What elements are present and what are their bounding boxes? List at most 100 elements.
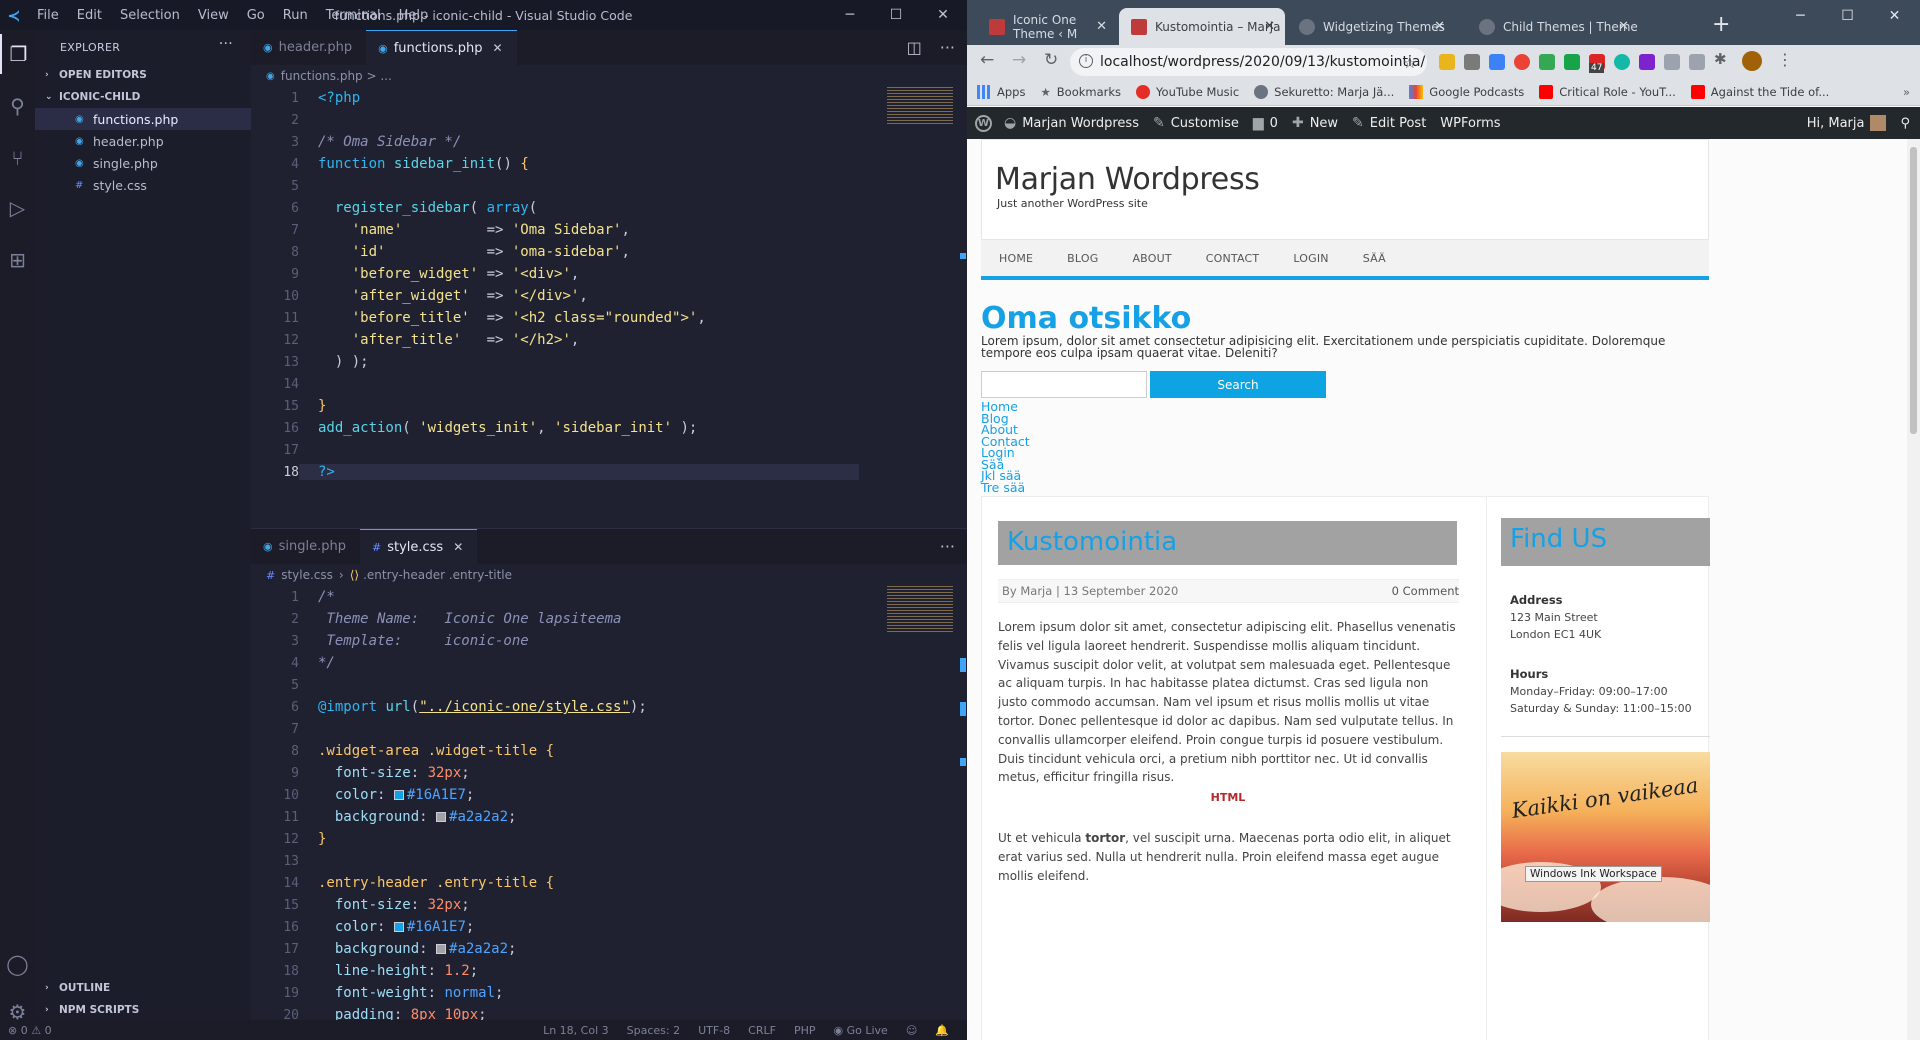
nav-login[interactable]: LOGIN bbox=[1293, 252, 1328, 265]
more-actions-icon[interactable]: ··· bbox=[940, 38, 955, 57]
bookmark-folder[interactable]: ★ Bookmarks bbox=[1040, 85, 1121, 99]
menu-selection[interactable]: Selection bbox=[111, 8, 189, 23]
eol-status[interactable]: CRLF bbox=[748, 1024, 776, 1037]
extension-icon[interactable] bbox=[1689, 54, 1705, 70]
sidebar-image[interactable]: Kaikki on vaikeaa bbox=[1501, 752, 1710, 922]
back-icon[interactable]: ← bbox=[980, 50, 994, 70]
close-tab-icon[interactable]: ✕ bbox=[1264, 19, 1275, 34]
admin-edit-post-link[interactable]: ✎ Edit Post bbox=[1352, 115, 1426, 131]
reload-icon[interactable]: ↻ bbox=[1044, 50, 1058, 70]
menu-edit[interactable]: Edit bbox=[68, 8, 111, 23]
browser-tab-widgetizing[interactable]: Widgetizing Themes ✕ bbox=[1287, 8, 1455, 45]
problems-status[interactable]: ⊗ 0 ⚠ 0 bbox=[8, 1024, 52, 1037]
tab-functions-php[interactable]: ◉ functions.php ✕ bbox=[366, 30, 517, 65]
folder-section[interactable]: ⌄ ICONIC-CHILD bbox=[35, 86, 251, 108]
bookmark-google-podcasts[interactable]: Google Podcasts bbox=[1409, 84, 1524, 99]
page-scrollbar[interactable] bbox=[1907, 139, 1920, 1040]
minimize-icon[interactable]: ─ bbox=[827, 0, 873, 30]
post-title[interactable]: Kustomointia bbox=[1007, 527, 1177, 557]
new-tab-icon[interactable]: + bbox=[1712, 12, 1730, 37]
npm-scripts-section[interactable]: › NPM SCRIPTS bbox=[35, 999, 251, 1021]
nav-about[interactable]: ABOUT bbox=[1132, 252, 1171, 265]
bookmark-apps[interactable]: Apps bbox=[977, 84, 1025, 99]
widget-menu-tre-saa[interactable]: Tre sää bbox=[981, 481, 1030, 494]
admin-account-link[interactable]: Hi, Marja bbox=[1807, 115, 1887, 131]
browser-tab-child-themes[interactable]: Child Themes | Theme ✕ bbox=[1467, 8, 1639, 45]
feedback-icon[interactable]: ☺ bbox=[906, 1024, 917, 1037]
code-area[interactable]: 1/* 2 Theme Name: Iconic One lapsiteema … bbox=[251, 586, 967, 1020]
run-debug-icon[interactable]: ▷ bbox=[0, 188, 35, 228]
extension-icon[interactable] bbox=[1439, 54, 1455, 70]
minimap[interactable] bbox=[887, 87, 953, 125]
code-area[interactable]: 1 <?php 2 3/* Oma Sidebar */ 4 function si… bbox=[251, 87, 967, 483]
search-button[interactable]: Search bbox=[1150, 371, 1326, 398]
file-item-style[interactable]: # style.css bbox=[35, 174, 251, 196]
tab-style-css[interactable]: # style.css ✕ bbox=[359, 529, 478, 564]
post-date[interactable]: 13 September 2020 bbox=[1064, 584, 1179, 598]
admin-site-link[interactable]: ◒ Marjan Wordpress bbox=[1004, 115, 1139, 131]
close-icon[interactable]: ✕ bbox=[920, 0, 966, 30]
indent-status[interactable]: Spaces: 2 bbox=[627, 1024, 680, 1037]
extensions-icon[interactable]: ⊞ bbox=[0, 240, 35, 280]
bookmark-youtube-music[interactable]: YouTube Music bbox=[1136, 84, 1239, 99]
extension-icon[interactable] bbox=[1539, 54, 1555, 70]
menu-kebab-icon[interactable]: ⋮ bbox=[1777, 50, 1793, 69]
post-author[interactable]: Marja bbox=[1020, 584, 1052, 598]
outline-section[interactable]: › OUTLINE bbox=[35, 977, 251, 999]
tab-header-php[interactable]: ◉ header.php bbox=[251, 30, 366, 65]
breadcrumb[interactable]: # style.css › ⟨⟩ .entry-header .entry-ti… bbox=[251, 564, 967, 586]
extension-icon[interactable] bbox=[1464, 54, 1480, 70]
browser-tab-kustomointia[interactable]: Kustomointia – Marja ✕ bbox=[1119, 8, 1285, 45]
file-item-functions[interactable]: ◉ functions.php bbox=[35, 108, 251, 130]
search-icon[interactable]: ⚲ bbox=[0, 86, 35, 126]
admin-wpforms-link[interactable]: WPForms bbox=[1440, 116, 1500, 131]
open-editors-section[interactable]: › OPEN EDITORS bbox=[35, 64, 251, 86]
bookmark-sekuretto[interactable]: Sekuretto: Marja Jä... bbox=[1254, 84, 1394, 99]
close-tab-icon[interactable]: ✕ bbox=[453, 540, 463, 554]
site-info-icon[interactable]: i bbox=[1079, 54, 1093, 68]
scrollbar-thumb[interactable] bbox=[1910, 147, 1917, 434]
menu-terminal[interactable]: Terminal bbox=[317, 8, 390, 23]
post-comments-link[interactable]: 0 Comment bbox=[1392, 584, 1459, 598]
extension-icon[interactable] bbox=[1564, 54, 1580, 70]
minimize-icon[interactable]: ─ bbox=[1777, 0, 1824, 31]
extension-icon[interactable] bbox=[1614, 54, 1630, 70]
address-bar[interactable]: i localhost/wordpress/2020/09/13/kustomo… bbox=[1070, 48, 1427, 76]
search-input[interactable] bbox=[981, 371, 1147, 398]
breadcrumb[interactable]: ◉ functions.php > ... bbox=[251, 65, 967, 87]
admin-customise-link[interactable]: ✎ Customise bbox=[1153, 115, 1239, 131]
bookmark-against-the-tide[interactable]: Against the Tide of... bbox=[1690, 84, 1829, 99]
nav-saa[interactable]: SÄÄ bbox=[1363, 252, 1386, 265]
more-actions-icon[interactable]: ··· bbox=[940, 537, 955, 556]
extension-icon[interactable] bbox=[1664, 54, 1680, 70]
explorer-icon[interactable]: ❐ bbox=[0, 34, 35, 74]
menu-view[interactable]: View bbox=[189, 8, 238, 23]
nav-contact[interactable]: CONTACT bbox=[1206, 252, 1260, 265]
onenote-extension-icon[interactable] bbox=[1639, 54, 1655, 70]
maximize-icon[interactable]: ☐ bbox=[1824, 0, 1871, 31]
source-control-icon[interactable]: ⑂ bbox=[0, 138, 35, 178]
profile-avatar[interactable] bbox=[1742, 51, 1762, 71]
close-tab-icon[interactable]: ✕ bbox=[1618, 19, 1629, 34]
extensions-puzzle-icon[interactable]: ✱ bbox=[1714, 50, 1727, 68]
admin-new-link[interactable]: ✚ New bbox=[1292, 115, 1338, 131]
file-item-header[interactable]: ◉ header.php bbox=[35, 130, 251, 152]
menu-file[interactable]: File bbox=[28, 8, 68, 23]
close-tab-icon[interactable]: ✕ bbox=[1434, 19, 1445, 34]
admin-search-icon[interactable]: ⚲ bbox=[1900, 116, 1910, 131]
site-title[interactable]: Marjan Wordpress bbox=[995, 162, 1260, 197]
forward-icon[interactable]: → bbox=[1012, 50, 1026, 70]
bookmark-star-icon[interactable]: ☆ bbox=[1403, 53, 1417, 72]
account-icon[interactable]: ◯ bbox=[0, 944, 35, 984]
golive-button[interactable]: ◉ Go Live bbox=[834, 1024, 888, 1037]
bookmark-critical-role[interactable]: Critical Role - YouT... bbox=[1539, 84, 1676, 99]
more-actions-icon[interactable]: ··· bbox=[219, 36, 233, 52]
minimap[interactable] bbox=[887, 586, 953, 634]
close-tab-icon[interactable]: ✕ bbox=[1096, 19, 1107, 34]
close-tab-icon[interactable]: ✕ bbox=[492, 41, 502, 55]
cursor-position[interactable]: Ln 18, Col 3 bbox=[543, 1024, 609, 1037]
encoding-status[interactable]: UTF-8 bbox=[698, 1024, 730, 1037]
nav-blog[interactable]: BLOG bbox=[1067, 252, 1098, 265]
nav-home[interactable]: HOME bbox=[999, 252, 1033, 265]
menu-run[interactable]: Run bbox=[274, 8, 317, 23]
